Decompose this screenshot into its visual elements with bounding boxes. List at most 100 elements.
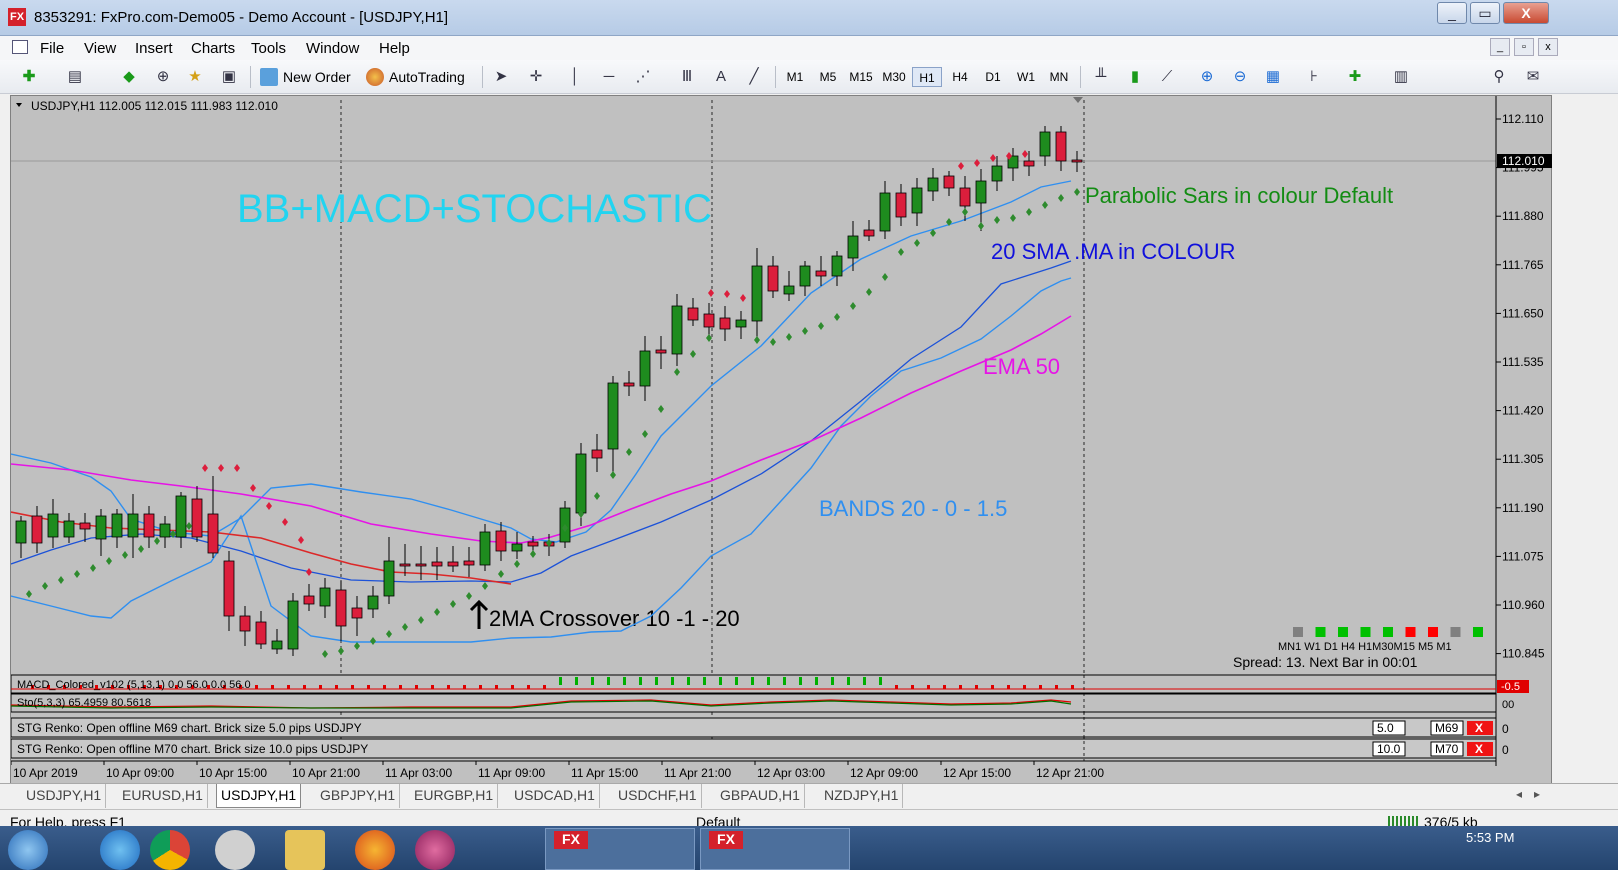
menu-tools[interactable]: Tools xyxy=(251,40,286,57)
sar-dot xyxy=(402,623,408,631)
menu-charts[interactable]: Charts xyxy=(191,40,235,57)
chat-icon[interactable]: ✉ xyxy=(1524,68,1542,86)
explorer-icon[interactable] xyxy=(285,830,325,870)
fxpro-task-1[interactable]: FX xyxy=(545,828,695,870)
menu-help[interactable]: Help xyxy=(379,40,410,57)
tile-windows-icon[interactable]: ▦ xyxy=(1264,68,1282,86)
chart-window[interactable]: 112.110111.995111.880111.765111.650111.5… xyxy=(10,95,1552,785)
terminal-icon[interactable]: ▣ xyxy=(220,68,238,86)
sar-dot xyxy=(690,350,696,358)
macd-bar xyxy=(655,677,658,685)
timeframe-m15[interactable]: M15 xyxy=(846,67,876,87)
crosshair-icon[interactable]: ✛ xyxy=(527,68,545,86)
new-order-button[interactable]: New Order xyxy=(260,66,351,88)
bar-chart-icon[interactable]: ╨ xyxy=(1092,68,1110,86)
fx-icon: FX xyxy=(709,831,743,849)
mdi-close-button[interactable]: x xyxy=(1538,38,1558,56)
fxpro-task-2[interactable]: FX xyxy=(700,828,850,870)
tab-usdjpy-h1[interactable]: USDJPY,H1 xyxy=(22,784,107,808)
chart-shift-icon[interactable]: ⊦ xyxy=(1305,68,1323,86)
crosshair-target-icon[interactable]: ⊕ xyxy=(154,68,172,86)
tab-gbpjpy-h1[interactable]: GBPJPY,H1 xyxy=(316,784,401,808)
autotrading-button[interactable]: AutoTrading xyxy=(366,66,465,88)
sar-dot xyxy=(154,537,160,545)
fibonacci-icon[interactable]: Ⅲ xyxy=(678,68,696,86)
cursor-icon[interactable]: ➤ xyxy=(492,68,510,86)
bull-candle xyxy=(15,520,27,544)
sar-dot xyxy=(482,582,488,590)
timeframe-h4[interactable]: H4 xyxy=(945,67,975,87)
timeframe-mn[interactable]: MN xyxy=(1044,67,1074,87)
menu-window[interactable]: Window xyxy=(306,40,359,57)
close-button[interactable]: X xyxy=(1503,2,1549,24)
tab-eurusd-h1[interactable]: EURUSD,H1 xyxy=(118,784,208,808)
spread-readout: Spread: 13. Next Bar in 00:01 xyxy=(1233,654,1418,670)
time-label: 11 Apr 15:00 xyxy=(571,766,638,780)
timeframe-h1[interactable]: H1 xyxy=(912,67,942,87)
bear-candle xyxy=(623,382,635,387)
menu-insert[interactable]: Insert xyxy=(135,40,173,57)
tab-usdjpy-h1-active[interactable]: USDJPY,H1 xyxy=(216,784,302,808)
firefox-icon[interactable] xyxy=(355,830,395,870)
sar-dot xyxy=(978,222,984,230)
timeframe-m1[interactable]: M1 xyxy=(780,67,810,87)
new-chart-icon[interactable]: ✚ xyxy=(20,68,38,86)
tab-eurgbp-h1[interactable]: EURGBP,H1 xyxy=(410,784,499,808)
mdi-restore-button[interactable]: ▫ xyxy=(1514,38,1534,56)
macd-bar xyxy=(447,685,450,689)
maximize-button[interactable]: ▭ xyxy=(1470,2,1500,24)
tab-nzdjpy-h1[interactable]: NZDJPY,H1 xyxy=(820,784,904,808)
bull-candle xyxy=(927,177,939,192)
timeframe-m5[interactable]: M5 xyxy=(813,67,843,87)
macd-bar xyxy=(767,677,770,685)
chrome-icon[interactable] xyxy=(150,830,190,870)
app-icon[interactable] xyxy=(215,830,255,870)
time-label: 12 Apr 21:00 xyxy=(1036,766,1104,780)
sar-dot xyxy=(386,630,392,638)
tf-status-square xyxy=(1315,627,1326,637)
macd-bar xyxy=(783,677,786,685)
tf-status-square xyxy=(1405,627,1416,637)
horizontal-line-icon[interactable]: ─ xyxy=(600,68,618,86)
search-icon[interactable]: ⚲ xyxy=(1490,68,1508,86)
sar-dot xyxy=(626,448,632,456)
sma-annotation: 20 SMA .MA in COLOUR xyxy=(991,239,1236,264)
bull-candle xyxy=(879,192,891,232)
profiles-icon[interactable]: ▤ xyxy=(66,68,84,86)
lower-band-line xyxy=(10,277,1072,643)
tf-status-labels: MN1 W1 D1 H4 H1M30M15 M5 M1 xyxy=(1278,641,1452,653)
menu-view[interactable]: View xyxy=(84,40,116,57)
mdi-minimize-button[interactable]: _ xyxy=(1490,38,1510,56)
timeframe-w1[interactable]: W1 xyxy=(1011,67,1041,87)
macd-bar xyxy=(335,685,338,689)
trendline-tools-icon[interactable]: ⋰ xyxy=(634,68,652,86)
macd-bar xyxy=(399,685,402,689)
time-label: 12 Apr 15:00 xyxy=(943,766,1011,780)
menu-file[interactable]: File xyxy=(40,40,64,57)
bear-candle xyxy=(863,229,875,237)
market-watch-icon[interactable]: ◆ xyxy=(120,68,138,86)
ie-icon[interactable] xyxy=(100,830,140,870)
navigator-icon[interactable]: ★ xyxy=(186,68,204,86)
zoom-out-icon[interactable]: ⊖ xyxy=(1231,68,1249,86)
zoom-in-icon[interactable]: ⊕ xyxy=(1198,68,1216,86)
line-chart-icon[interactable]: ⟋ xyxy=(1158,68,1176,86)
timeframe-d1[interactable]: D1 xyxy=(978,67,1008,87)
text-icon[interactable]: A xyxy=(712,68,730,86)
media-icon[interactable] xyxy=(415,830,455,870)
tab-usdcad-h1[interactable]: USDCAD,H1 xyxy=(510,784,600,808)
chart-canvas[interactable]: 112.110111.995111.880111.765111.650111.5… xyxy=(10,96,1553,786)
tab-gbpaud-h1[interactable]: GBPAUD,H1 xyxy=(716,784,805,808)
tf-status-square xyxy=(1473,627,1483,637)
minimize-button[interactable]: _ xyxy=(1437,2,1467,24)
timeframe-m30[interactable]: M30 xyxy=(879,67,909,87)
vertical-line-icon[interactable]: │ xyxy=(566,68,584,86)
indicators-icon[interactable]: ✚ xyxy=(1346,68,1364,86)
candlestick-icon[interactable]: ▮ xyxy=(1126,68,1144,86)
line-draw-icon[interactable]: ╱ xyxy=(745,68,763,86)
start-button-icon[interactable] xyxy=(8,830,48,870)
templates-icon[interactable]: ▥ xyxy=(1392,68,1410,86)
tabs-scroll-right-icon[interactable]: ▸ xyxy=(1534,787,1540,801)
tab-usdchf-h1[interactable]: USDCHF,H1 xyxy=(614,784,702,808)
tabs-scroll-left-icon[interactable]: ◂ xyxy=(1516,787,1522,801)
